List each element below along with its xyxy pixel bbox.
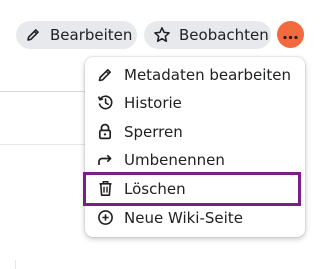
star-icon — [153, 26, 171, 44]
trash-icon — [96, 180, 114, 198]
menu-item-label: Neue Wiki-Seite — [124, 208, 243, 227]
ellipsis-icon — [283, 25, 298, 44]
page-divider — [0, 144, 86, 145]
lock-icon — [96, 123, 114, 141]
watch-button[interactable]: Beobachten — [144, 21, 271, 49]
menu-item-lock[interactable]: Sperren — [85, 117, 305, 146]
plus-circle-icon — [96, 209, 114, 227]
menu-item-delete[interactable]: Löschen — [85, 174, 305, 203]
more-actions-button[interactable] — [277, 21, 304, 48]
pencil-icon — [25, 27, 41, 43]
actions-dropdown-menu: Metadaten bearbeiten Historie Sperren Um… — [85, 57, 305, 237]
menu-item-rename[interactable]: Umbenennen — [85, 145, 305, 174]
menu-item-label: Historie — [124, 93, 182, 112]
edit-button-label: Bearbeiten — [50, 26, 133, 44]
menu-item-edit-metadata[interactable]: Metadaten bearbeiten — [85, 60, 305, 89]
menu-item-label: Umbenennen — [124, 150, 225, 169]
rename-arrow-icon — [96, 151, 114, 169]
page-divider — [15, 260, 16, 269]
page-divider — [0, 91, 86, 92]
watch-button-label: Beobachten — [179, 26, 269, 44]
history-icon — [96, 94, 114, 112]
menu-item-history[interactable]: Historie — [85, 88, 305, 117]
pencil-icon — [96, 66, 114, 84]
menu-item-new-wiki-page[interactable]: Neue Wiki-Seite — [85, 203, 305, 232]
edit-button[interactable]: Bearbeiten — [16, 21, 137, 49]
menu-item-label: Metadaten bearbeiten — [124, 65, 291, 84]
menu-item-label: Sperren — [124, 122, 183, 141]
menu-item-label: Löschen — [124, 179, 186, 198]
